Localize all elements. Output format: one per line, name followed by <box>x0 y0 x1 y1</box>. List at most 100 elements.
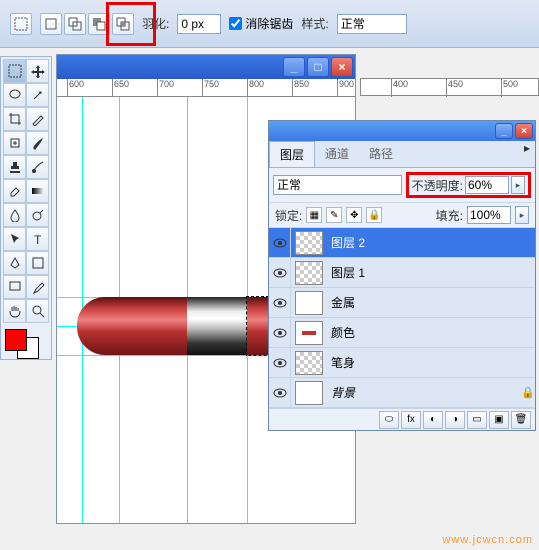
panel-titlebar: _ × <box>269 121 535 141</box>
layer-name[interactable]: 背景 <box>327 384 521 401</box>
fill-flyout-icon[interactable]: ▸ <box>515 206 529 224</box>
blend-mode-select[interactable]: 正常 <box>273 175 402 195</box>
close-button[interactable]: × <box>331 57 353 77</box>
brush-tool[interactable] <box>26 131 49 155</box>
layers-panel: _ × 图层 通道 路径 ▸ 正常 不透明度: ▸ 锁定: ▦ ✎ ✥ 🔒 填充… <box>268 120 536 431</box>
layer-name[interactable]: 颜色 <box>327 324 535 341</box>
lock-all-icon[interactable]: 🔒 <box>366 207 382 223</box>
layer-style-icon[interactable]: fx <box>401 411 421 429</box>
type-tool[interactable]: T <box>26 227 49 251</box>
lasso-tool[interactable] <box>3 83 26 107</box>
panel-minimize-button[interactable]: _ <box>495 123 513 139</box>
ruler-tick: 400 <box>391 79 408 97</box>
slice-tool[interactable] <box>26 107 49 131</box>
visibility-toggle[interactable] <box>269 258 291 288</box>
fill-label: 填充: <box>436 207 463 224</box>
visibility-toggle[interactable] <box>269 378 291 408</box>
tab-layers[interactable]: 图层 <box>269 141 315 167</box>
stamp-tool[interactable] <box>3 155 26 179</box>
zoom-tool[interactable] <box>26 299 49 323</box>
layer-thumbnail[interactable] <box>295 261 323 285</box>
lock-position-icon[interactable]: ✥ <box>346 207 362 223</box>
ruler-tick: 450 <box>446 79 463 97</box>
adjustment-layer-icon[interactable]: ◑ <box>445 411 465 429</box>
layers-list: 图层 2 图层 1 金属 颜色 笔身 背景 🔒 <box>269 228 535 408</box>
feather-input[interactable] <box>177 14 221 34</box>
lock-transparency-icon[interactable]: ▦ <box>306 207 322 223</box>
add-selection-icon[interactable] <box>64 13 86 35</box>
ruler-tick: 850 <box>292 79 309 97</box>
foreground-color-swatch[interactable] <box>5 329 27 351</box>
marquee-tool-icon[interactable] <box>10 13 32 35</box>
layer-row[interactable]: 图层 1 <box>269 258 535 288</box>
layer-name[interactable]: 金属 <box>327 294 535 311</box>
opacity-flyout-icon[interactable]: ▸ <box>511 176 525 194</box>
layer-row[interactable]: 颜色 <box>269 318 535 348</box>
minimize-button[interactable]: _ <box>283 57 305 77</box>
document-titlebar: _ □ × <box>57 55 355 79</box>
toolbox: T <box>0 56 52 360</box>
antialias-label: 消除锯齿 <box>245 15 293 32</box>
opacity-input[interactable] <box>465 176 509 194</box>
layer-thumbnail[interactable] <box>295 351 323 375</box>
eraser-tool[interactable] <box>3 179 26 203</box>
visibility-toggle[interactable] <box>269 348 291 378</box>
new-selection-icon[interactable] <box>40 13 62 35</box>
layer-row[interactable]: 图层 2 <box>269 228 535 258</box>
move-tool[interactable] <box>26 59 49 83</box>
heal-tool[interactable] <box>3 131 26 155</box>
layer-row[interactable]: 笔身 <box>269 348 535 378</box>
pencil-body <box>77 297 187 355</box>
layer-thumbnail[interactable] <box>295 231 323 255</box>
layer-mask-icon[interactable]: ◐ <box>423 411 443 429</box>
marquee-tool[interactable] <box>3 59 26 83</box>
ruler-tick: 500 <box>501 79 518 97</box>
wand-tool[interactable] <box>26 83 49 107</box>
history-brush-tool[interactable] <box>26 155 49 179</box>
layer-name[interactable]: 笔身 <box>327 354 535 371</box>
lock-pixels-icon[interactable]: ✎ <box>326 207 342 223</box>
svg-text:T: T <box>34 233 42 246</box>
marquee-preset-group <box>10 13 32 35</box>
link-layers-icon[interactable]: ⬭ <box>379 411 399 429</box>
fill-input[interactable] <box>467 206 511 224</box>
delete-layer-icon[interactable]: 🗑 <box>511 411 531 429</box>
blur-tool[interactable] <box>3 203 26 227</box>
visibility-toggle[interactable] <box>269 318 291 348</box>
gradient-tool[interactable] <box>26 179 49 203</box>
dodge-tool[interactable] <box>26 203 49 227</box>
ruler-tick: 650 <box>112 79 129 97</box>
notes-tool[interactable] <box>3 275 26 299</box>
layer-thumbnail[interactable] <box>295 381 323 405</box>
panel-close-button[interactable]: × <box>515 123 533 139</box>
antialias-check-input[interactable] <box>229 17 242 30</box>
layer-name[interactable]: 图层 2 <box>327 234 535 251</box>
panel-menu-icon[interactable]: ▸ <box>519 141 535 167</box>
tab-channels[interactable]: 通道 <box>315 141 359 167</box>
style-select[interactable]: 正常 <box>337 14 407 34</box>
watermark: www.jcwcn.com <box>442 534 533 546</box>
layer-row[interactable]: 金属 <box>269 288 535 318</box>
layer-thumbnail[interactable] <box>295 291 323 315</box>
new-layer-icon[interactable]: ▣ <box>489 411 509 429</box>
layer-group-icon[interactable]: ▭ <box>467 411 487 429</box>
path-select-tool[interactable] <box>3 227 26 251</box>
maximize-button[interactable]: □ <box>307 57 329 77</box>
crop-tool[interactable] <box>3 107 26 131</box>
layer-row[interactable]: 背景 🔒 <box>269 378 535 408</box>
visibility-toggle[interactable] <box>269 288 291 318</box>
ruler-tick: 700 <box>157 79 174 97</box>
artwork-pencil <box>77 297 287 355</box>
pen-tool[interactable] <box>3 251 26 275</box>
layer-thumbnail[interactable] <box>295 321 323 345</box>
shape-tool[interactable] <box>26 251 49 275</box>
tab-paths[interactable]: 路径 <box>359 141 403 167</box>
ruler-tick: 900 <box>337 79 354 97</box>
hand-tool[interactable] <box>3 299 26 323</box>
visibility-toggle[interactable] <box>269 228 291 258</box>
antialias-checkbox[interactable]: 消除锯齿 <box>229 15 293 32</box>
layer-name[interactable]: 图层 1 <box>327 264 535 281</box>
style-label: 样式: <box>301 15 328 32</box>
highlight-box-selection-mode <box>106 2 156 46</box>
eyedropper-tool[interactable] <box>26 275 49 299</box>
